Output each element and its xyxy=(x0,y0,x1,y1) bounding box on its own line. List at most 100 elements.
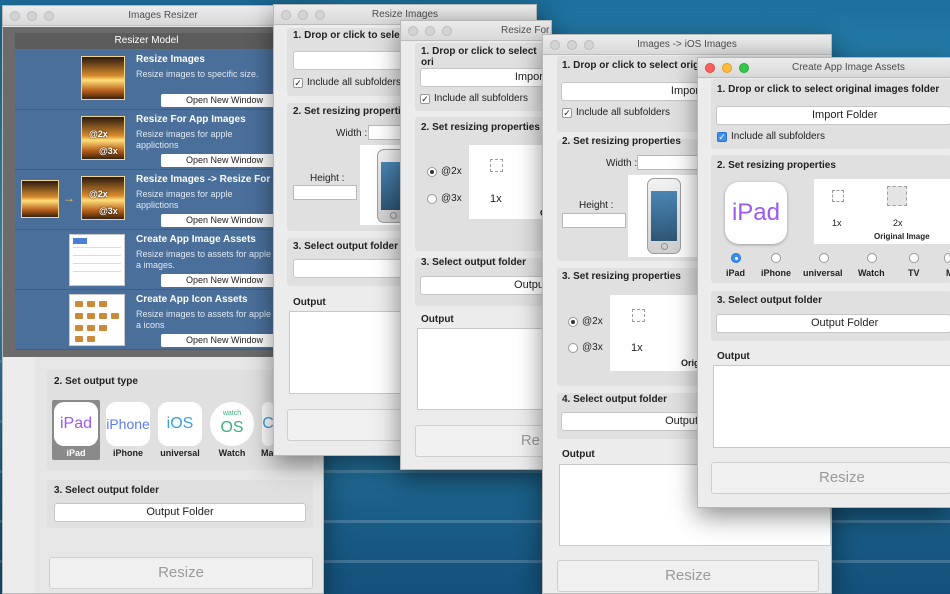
height-label: Height : xyxy=(310,173,345,184)
resize-button[interactable]: Resize xyxy=(49,557,313,589)
placeholder-2x-icon xyxy=(887,186,907,206)
device-radio-iphone[interactable] xyxy=(771,253,781,263)
step2-title: 2. Set resizing properties xyxy=(293,106,412,117)
model-item-image-assets[interactable]: Create App Image Assets Resize images to… xyxy=(15,230,288,290)
output-folder-title: 3. Select output folder xyxy=(54,485,160,496)
device-radio-tv[interactable] xyxy=(909,253,919,263)
include-subfolders-checkbox[interactable]: ✓ Include all subfolders xyxy=(717,131,825,142)
item-title: Resize For App Images xyxy=(136,114,246,125)
minimize-light[interactable] xyxy=(27,11,37,21)
zoom-light[interactable] xyxy=(315,10,325,20)
output-label: Output xyxy=(293,297,326,308)
window-title: Images -> iOS Images xyxy=(637,39,737,50)
iphone-type-icon[interactable]: iPhone xyxy=(106,402,150,446)
zoom-light[interactable] xyxy=(584,40,594,50)
device-label-universal: universal xyxy=(803,268,843,278)
close-light[interactable] xyxy=(705,63,715,73)
create-app-image-assets-window: Create App Image Assets 1. Drop or click… xyxy=(697,57,950,508)
minimize-light[interactable] xyxy=(722,63,732,73)
model-item-resize-images[interactable]: Resize Images Resize images to specific … xyxy=(15,50,288,110)
close-light[interactable] xyxy=(281,10,291,20)
step1-title: 1. Drop or click to select ori xyxy=(421,46,537,68)
step1-title: 1. Drop or click to select xyxy=(293,30,409,41)
device-radio-universal[interactable] xyxy=(819,253,829,263)
open-new-window-button[interactable]: Open New Window xyxy=(161,94,288,107)
minimize-light[interactable] xyxy=(425,26,435,36)
original-image-label: Original Image xyxy=(874,232,930,241)
height-input[interactable] xyxy=(293,185,357,200)
sunset-thumbnail-icon xyxy=(21,180,59,218)
device-radio-watch[interactable] xyxy=(867,253,877,263)
item-title: Create App Image Assets xyxy=(136,234,256,245)
zoom-light[interactable] xyxy=(44,11,54,21)
badge-2x: @2x xyxy=(89,129,108,139)
minimize-light[interactable] xyxy=(298,10,308,20)
step2-title: 2. Set resizing properties xyxy=(717,160,836,171)
output-log[interactable] xyxy=(417,328,551,410)
height-input[interactable] xyxy=(562,213,626,228)
output-folder-button[interactable]: Output Folder xyxy=(54,503,306,522)
radio-dot-icon xyxy=(427,193,437,204)
step2-title: 2. Set resizing properties xyxy=(562,136,681,147)
model-item-icon-assets[interactable]: Create App Icon Assets Resize images to … xyxy=(15,290,288,350)
include-subfolders-checkbox[interactable]: ✓ Include all subfolders xyxy=(293,77,401,88)
zoom-light[interactable] xyxy=(442,26,452,36)
resize-button[interactable]: Resize xyxy=(711,462,950,494)
close-light[interactable] xyxy=(550,40,560,50)
model-item-resize-app-images[interactable]: @2x @3x Resize For App Images Resize ima… xyxy=(15,110,288,170)
ios-type-icon[interactable]: iOS xyxy=(158,402,202,446)
type-label-watch: Watch xyxy=(218,448,246,458)
radio-3x[interactable]: @3x xyxy=(568,342,603,353)
radio-dot-icon xyxy=(819,253,829,263)
step2-title: 2. Set resizing properties xyxy=(421,122,540,133)
radio-2x[interactable]: @2x xyxy=(568,316,603,327)
include-subfolders-checkbox[interactable]: ✓ Include all subfolders xyxy=(562,107,670,118)
device-label-watch: Watch xyxy=(858,268,885,278)
radio-dot-icon xyxy=(568,316,578,327)
titlebar: Create App Image Assets xyxy=(698,58,950,78)
import-folder-button[interactable]: Import xyxy=(420,68,551,87)
step1-title: 1. Drop or click to select original imag… xyxy=(717,84,940,95)
open-new-window-button[interactable]: Open New Window xyxy=(161,214,288,227)
radio-2x[interactable]: @2x xyxy=(427,166,462,177)
placeholder-1x-icon xyxy=(832,190,844,202)
placeholder-1x-icon xyxy=(632,309,645,322)
resize-button[interactable]: Re xyxy=(415,425,551,457)
radio-3x[interactable]: @3x xyxy=(427,193,462,204)
radio-dot-icon xyxy=(867,253,877,263)
item-desc: Resize images to assets for apple a imag… xyxy=(136,249,272,270)
width-label: Width : xyxy=(336,128,368,139)
model-item-images-to-ios[interactable]: → @2x @3x Resize Images -> Resize For Ap… xyxy=(15,170,288,230)
width-label: Width : xyxy=(606,158,638,169)
watch-os-type-icon[interactable]: watch OS xyxy=(210,402,254,446)
badge-3x: @3x xyxy=(99,146,118,156)
device-radio-ipad[interactable] xyxy=(731,253,741,263)
close-light[interactable] xyxy=(10,11,20,21)
check-icon: ✓ xyxy=(420,93,430,104)
zoom-light[interactable] xyxy=(739,63,749,73)
item-title: Resize Images xyxy=(136,54,205,65)
icon-assets-preview-icon xyxy=(69,294,125,346)
badge-2x: @2x xyxy=(89,189,108,199)
ipad-type-icon[interactable]: iPad xyxy=(54,402,98,446)
open-new-window-button[interactable]: Open New Window xyxy=(161,274,288,287)
item-desc: Resize images to assets for apple a icon… xyxy=(136,309,272,330)
close-light[interactable] xyxy=(408,26,418,36)
step3-title: 3. Select output folder xyxy=(421,257,527,268)
output-folder-button[interactable]: Output Folder xyxy=(716,314,950,333)
type-label-universal: universal xyxy=(160,448,200,458)
type-label-ipad: iPad xyxy=(66,448,86,458)
output-folder-button[interactable]: Outpu xyxy=(420,276,551,295)
include-subfolders-checkbox[interactable]: ✓ Include all subfolders xyxy=(420,93,528,104)
output-label: Output xyxy=(562,449,595,460)
open-new-window-button[interactable]: Open New Window xyxy=(161,334,288,347)
resize-button[interactable]: Resize xyxy=(557,560,819,592)
check-icon: ✓ xyxy=(717,131,727,142)
device-radio-mac[interactable] xyxy=(944,253,950,263)
open-new-window-button[interactable]: Open New Window xyxy=(161,154,288,167)
import-folder-button[interactable]: Import Folder xyxy=(716,106,950,125)
minimize-light[interactable] xyxy=(567,40,577,50)
check-icon: ✓ xyxy=(562,107,572,118)
resize-for-app-images-window: Resize For App Images 1. Drop or click t… xyxy=(400,20,552,470)
output-log[interactable] xyxy=(713,365,950,448)
